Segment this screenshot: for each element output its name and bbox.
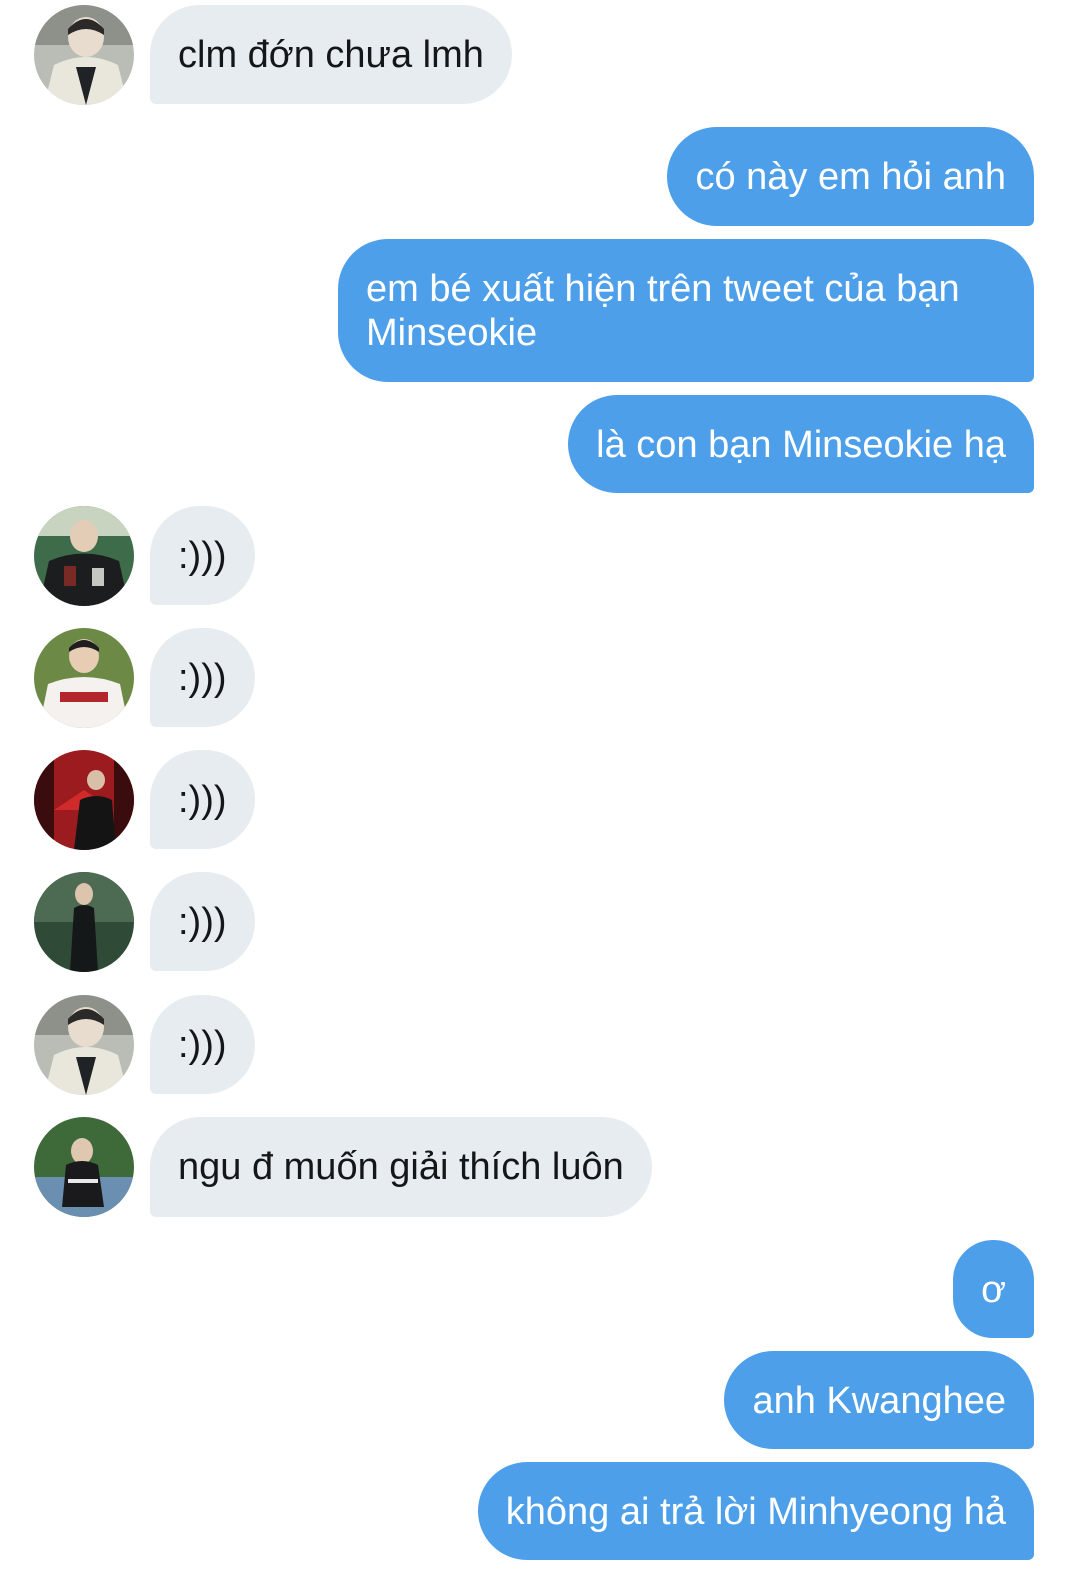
avatar[interactable] <box>34 995 134 1095</box>
message-text: không ai trả lời Minhyeong hả <box>505 1491 1006 1533</box>
avatar[interactable] <box>34 1117 134 1217</box>
message-text: :))) <box>178 657 227 699</box>
message-text: :))) <box>178 535 227 577</box>
avatar[interactable] <box>34 5 134 105</box>
message-bubble[interactable]: ngu đ muốn giải thích luôn <box>150 1117 652 1217</box>
message-text: :))) <box>178 779 227 821</box>
avatar[interactable] <box>34 750 134 850</box>
avatar[interactable] <box>34 628 134 728</box>
avatar[interactable] <box>34 506 134 606</box>
message-bubble[interactable]: ơ <box>953 1240 1034 1338</box>
message-bubble[interactable]: :))) <box>150 872 255 971</box>
message-text: em bé xuất hiện trên tweet của bạn Minse… <box>366 268 960 354</box>
message-text: :))) <box>178 1024 227 1066</box>
message-text: ơ <box>981 1269 1006 1311</box>
message-bubble[interactable]: :))) <box>150 995 255 1094</box>
message-bubble[interactable]: có này em hỏi anh <box>667 127 1034 226</box>
avatar[interactable] <box>34 872 134 972</box>
message-bubble[interactable]: là con bạn Minseokie hạ <box>568 395 1034 493</box>
message-text: anh Kwanghee <box>752 1380 1006 1422</box>
message-bubble[interactable]: :))) <box>150 750 255 849</box>
message-text: :))) <box>178 901 227 943</box>
message-text: có này em hỏi anh <box>695 156 1006 198</box>
message-text: clm đớn chưa lmh <box>178 34 484 76</box>
message-text: là con bạn Minseokie hạ <box>596 424 1006 466</box>
message-bubble[interactable]: clm đớn chưa lmh <box>150 5 512 104</box>
message-bubble[interactable]: :))) <box>150 628 255 727</box>
message-text: ngu đ muốn giải thích luôn <box>178 1146 624 1188</box>
message-bubble[interactable]: :))) <box>150 506 255 605</box>
message-bubble[interactable]: không ai trả lời Minhyeong hả <box>477 1462 1034 1560</box>
message-bubble[interactable]: anh Kwanghee <box>724 1351 1034 1449</box>
message-bubble[interactable]: em bé xuất hiện trên tweet của bạn Minse… <box>338 239 1034 382</box>
